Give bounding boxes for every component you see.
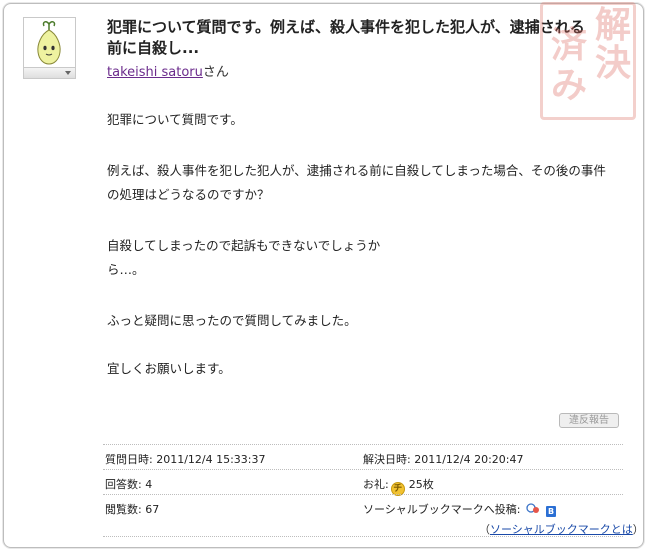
body-paragraph: ふっと疑問に思ったので質問してみました。: [107, 313, 357, 328]
body-paragraph: 自殺してしまったので起訴もできないでしょうか: [107, 238, 381, 253]
divider: [103, 536, 623, 537]
avatar-dropdown-button[interactable]: [24, 67, 75, 78]
report-button[interactable]: 違反報告: [559, 413, 619, 428]
sprout-character-icon: [37, 21, 61, 65]
stamp-char: 解: [595, 4, 632, 46]
avatar[interactable]: [23, 17, 76, 79]
social-bookmark-help: （ソーシャルブックマークとは）: [479, 521, 644, 537]
asked-date: 質問日時: 2011/12/4 15:33:37: [105, 453, 266, 466]
yahoo-bookmark-icon[interactable]: [526, 503, 540, 515]
info-row: 閲覧数: 67 ソーシャルブックマークへ投稿: B: [103, 494, 623, 519]
info-row: 質問日時: 2011/12/4 15:33:37 解決日時: 2011/12/4…: [103, 444, 623, 469]
stamp-char: 決: [595, 42, 632, 84]
paren: （: [479, 523, 490, 536]
resolved-stamp: 解 決 済 み: [540, 2, 636, 120]
social-bookmark-label: ソーシャルブックマークへ投稿:: [363, 503, 521, 516]
stamp-char: み: [551, 64, 588, 106]
reward-label: お礼:: [363, 478, 389, 491]
body-paragraph: ら…。: [107, 262, 145, 277]
stamp-char: 済: [551, 24, 588, 66]
resolved-date: 解決日時: 2011/12/4 20:20:47: [363, 453, 524, 466]
reward-value: 25枚: [408, 478, 434, 491]
question-title: 犯罪について質問です。例えば、殺人事件を犯した犯人が、逮捕される前に自殺し...: [107, 18, 585, 57]
paren: ）: [632, 523, 644, 536]
body-paragraph: 例えば、殺人事件を犯した犯人が、逮捕される前に自殺してしまった場合、その後の事件: [107, 163, 606, 178]
author-link[interactable]: takeishi satoru: [107, 65, 203, 80]
reward: お礼: チ 25枚: [363, 476, 434, 496]
info-row: 回答数: 4 お礼: チ 25枚: [103, 469, 623, 496]
body-paragraph: 犯罪について質問です。: [107, 112, 243, 127]
view-count: 閲覧数: 67: [105, 503, 160, 516]
social-bookmark-help-link[interactable]: ソーシャルブックマークとは: [490, 523, 633, 536]
hatena-bookmark-icon[interactable]: B: [546, 506, 557, 517]
body-paragraph: 宜しくお願いします。: [107, 361, 231, 376]
author-suffix: さん: [202, 65, 229, 80]
author-line: takeishi satoruさん: [107, 61, 229, 80]
social-bookmark: ソーシャルブックマークへ投稿: B: [363, 501, 557, 517]
answer-count: 回答数: 4: [105, 478, 153, 491]
chevron-down-icon: [65, 71, 71, 75]
body-paragraph: の処理はどうなるのですか？: [107, 187, 270, 202]
